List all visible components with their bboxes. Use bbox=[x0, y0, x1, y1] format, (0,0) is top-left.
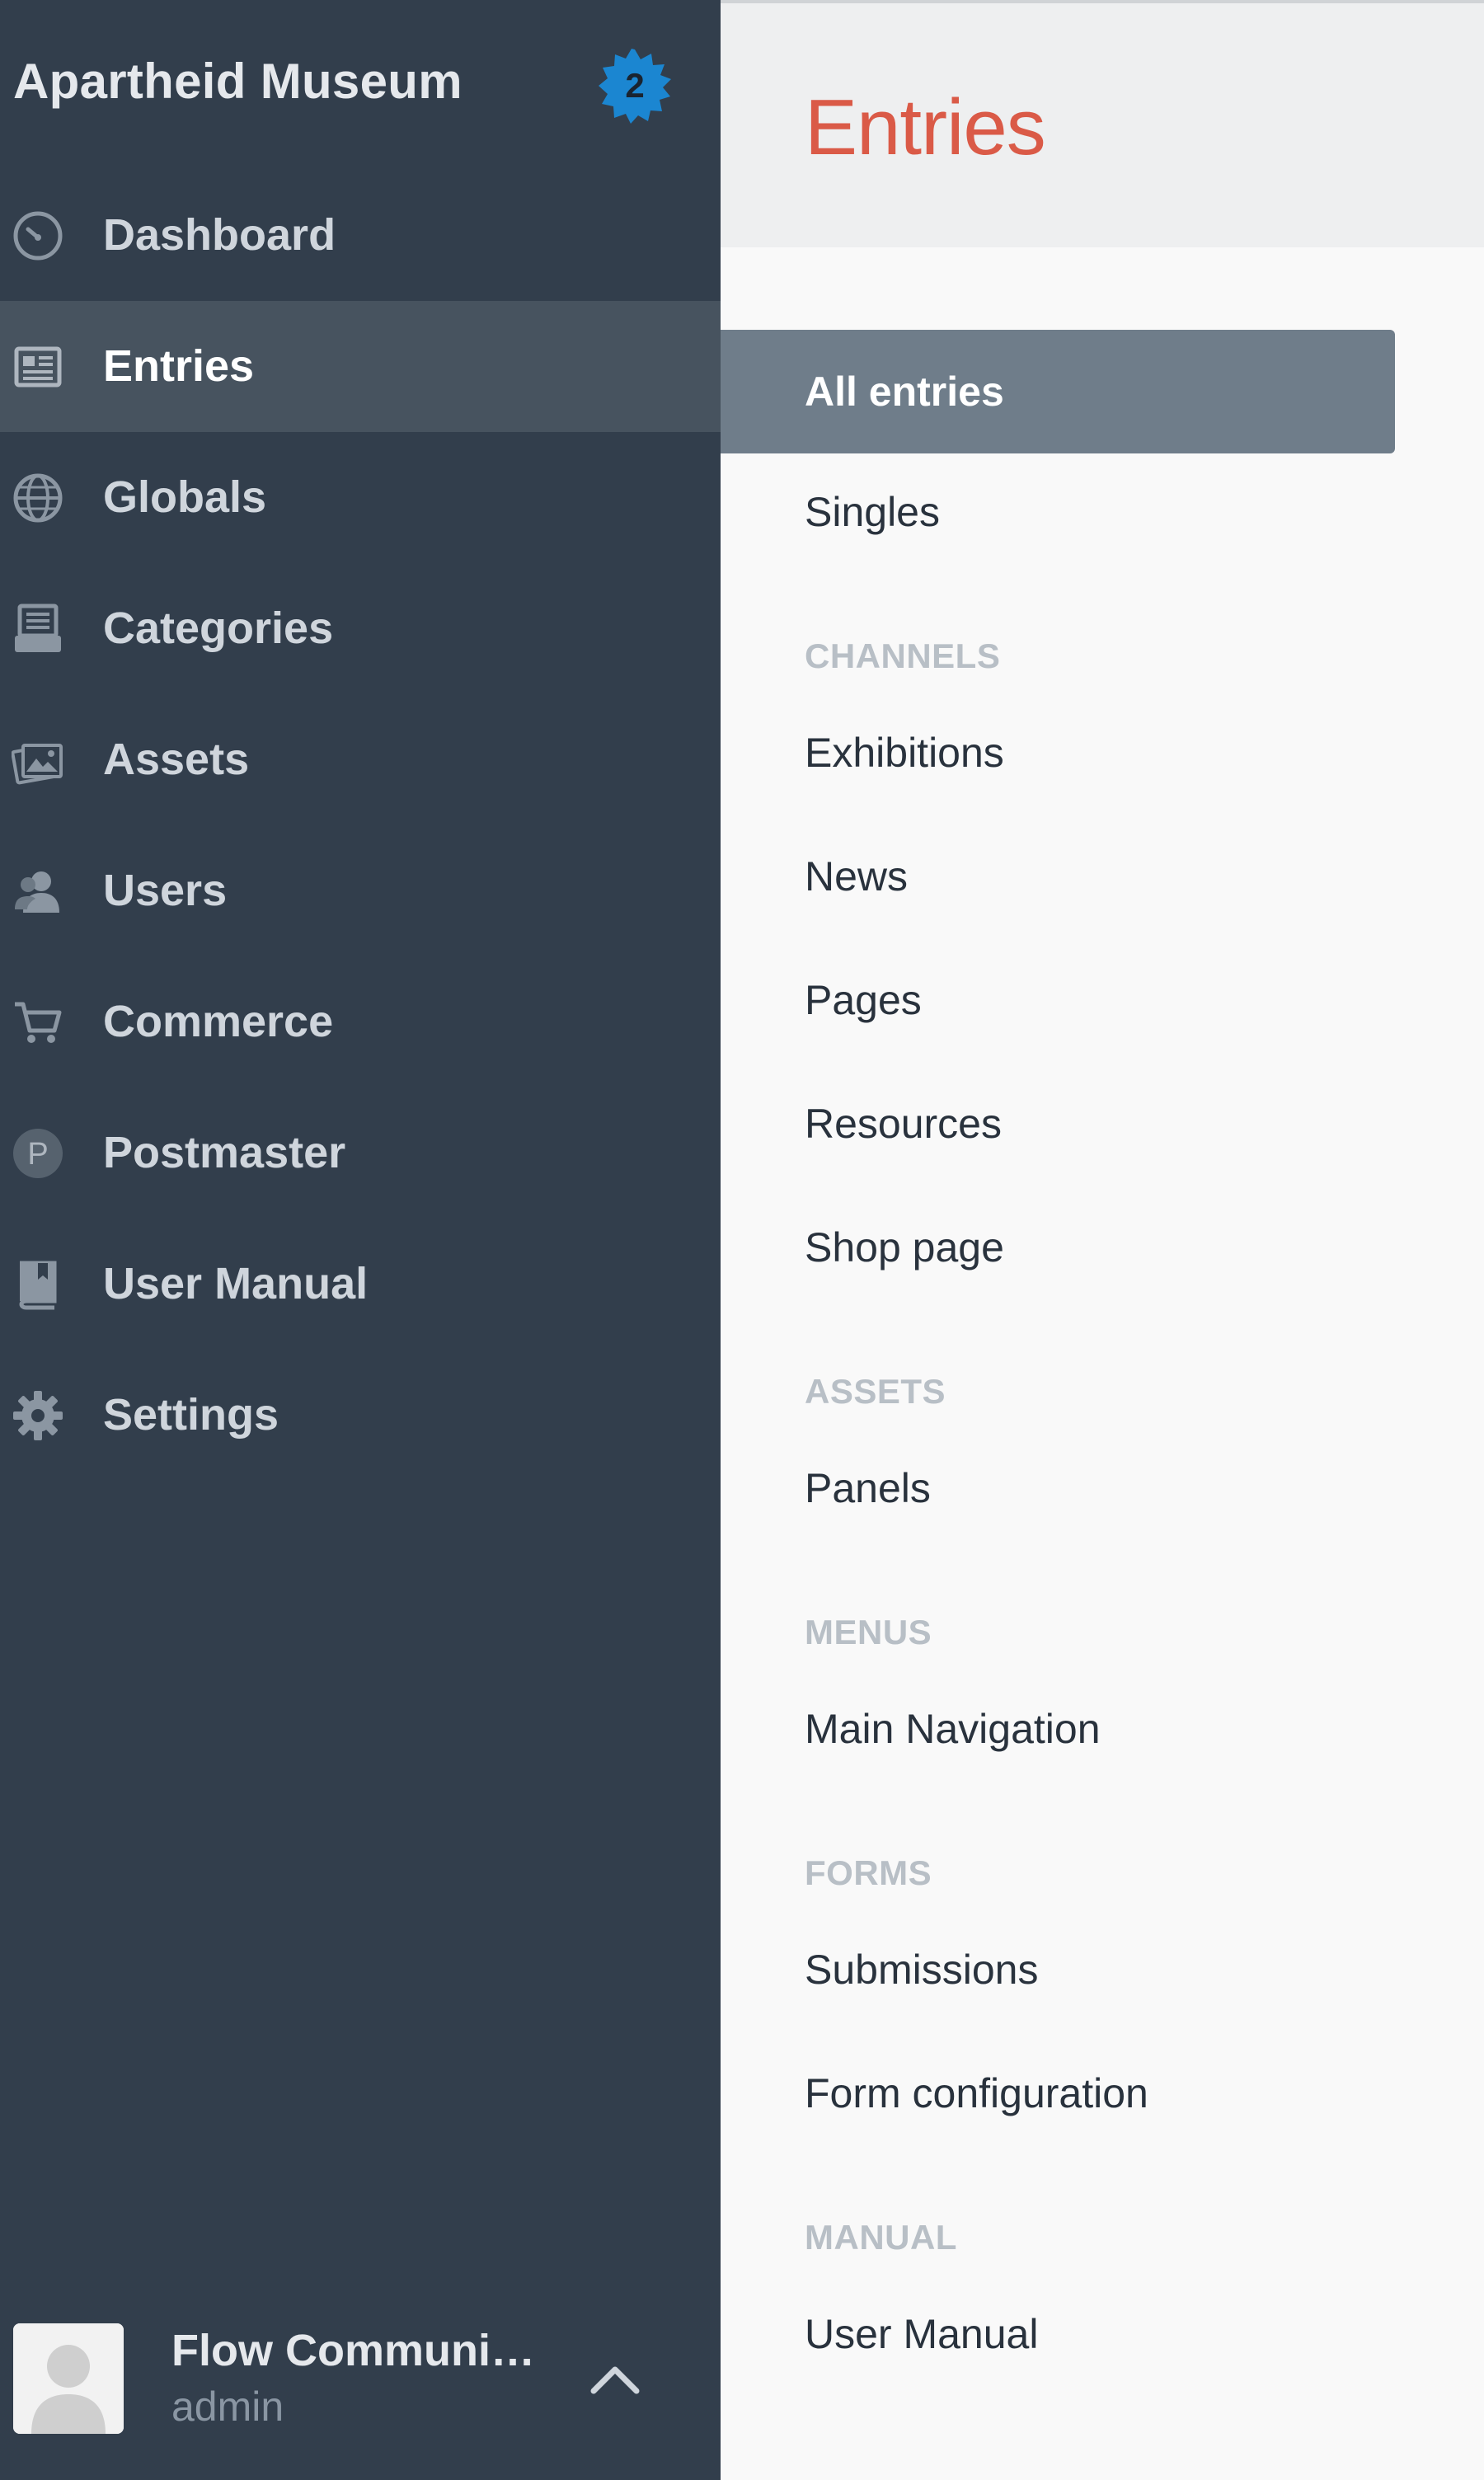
nav-item-entries[interactable]: Entries bbox=[0, 301, 721, 432]
chevron-up-icon[interactable] bbox=[582, 2346, 648, 2412]
site-header: Apartheid Museum 2 bbox=[0, 0, 721, 170]
user-menu[interactable]: Flow Communi… admin bbox=[0, 2300, 721, 2480]
nav-label: Assets bbox=[103, 735, 250, 784]
nav-label: Settings bbox=[103, 1390, 279, 1440]
nav-item-assets[interactable]: Assets bbox=[0, 694, 721, 825]
nav-label: Users bbox=[103, 866, 228, 915]
subnav-label: News bbox=[805, 853, 909, 899]
subnav-label: All entries bbox=[805, 369, 1004, 415]
user-placeholder-icon bbox=[13, 2323, 124, 2434]
nav-label: Entries bbox=[103, 341, 255, 391]
subnav-label: Panels bbox=[805, 1465, 931, 1511]
postmaster-icon: P bbox=[12, 1127, 64, 1180]
nav-item-user-manual[interactable]: User Manual bbox=[0, 1219, 721, 1350]
nav-item-categories[interactable]: Categories bbox=[0, 563, 721, 694]
newspaper-icon bbox=[12, 341, 64, 393]
nav-item-users[interactable]: Users bbox=[0, 825, 721, 956]
nav-item-dashboard[interactable]: Dashboard bbox=[0, 170, 721, 301]
gear-icon bbox=[12, 1389, 64, 1442]
nav-label: Globals bbox=[103, 472, 267, 522]
subnav-heading-forms: FORMS bbox=[805, 1853, 932, 1892]
users-icon bbox=[12, 865, 64, 918]
user-name: Flow Communi… bbox=[171, 2326, 535, 2375]
nav-item-settings[interactable]: Settings bbox=[0, 1350, 721, 1481]
nav-item-postmaster[interactable]: P Postmaster bbox=[0, 1087, 721, 1219]
subnav-heading-assets: ASSETS bbox=[805, 1372, 946, 1411]
nav-item-globals[interactable]: Globals bbox=[0, 432, 721, 563]
subnav-label: Submissions bbox=[805, 1947, 1039, 1993]
categories-icon bbox=[12, 603, 64, 655]
nav-label: Categories bbox=[103, 604, 334, 653]
main-nav: Dashboard Entries Globals Categories Ass… bbox=[0, 170, 721, 1481]
page-header: Entries bbox=[721, 0, 1484, 247]
notification-badge[interactable]: 2 bbox=[597, 48, 673, 124]
cart-icon bbox=[12, 996, 64, 1049]
subnav-label: Form configuration bbox=[805, 2070, 1148, 2116]
subnav-label: Main Navigation bbox=[805, 1706, 1101, 1752]
subnav-label: Exhibitions bbox=[805, 730, 1004, 776]
subnav-label: Shop page bbox=[805, 1224, 1004, 1271]
subnav-label: Singles bbox=[805, 489, 940, 535]
book-icon bbox=[12, 1258, 64, 1311]
nav-label: Postmaster bbox=[103, 1128, 346, 1177]
avatar[interactable] bbox=[13, 2323, 124, 2434]
site-name[interactable]: Apartheid Museum bbox=[13, 53, 463, 110]
nav-label: Commerce bbox=[103, 997, 334, 1046]
nav-label: Dashboard bbox=[103, 210, 336, 260]
subnav-label: Pages bbox=[805, 977, 922, 1023]
subnav-heading-menus: MENUS bbox=[805, 1613, 932, 1651]
nav-label: User Manual bbox=[103, 1259, 369, 1308]
assets-icon bbox=[12, 734, 64, 787]
subnav-heading-channels: CHANNELS bbox=[805, 636, 1001, 675]
svg-text:P: P bbox=[27, 1137, 48, 1172]
globe-icon bbox=[12, 472, 64, 524]
notification-count: 2 bbox=[625, 66, 645, 105]
nav-item-commerce[interactable]: Commerce bbox=[0, 956, 721, 1087]
page-title: Entries bbox=[805, 83, 1046, 171]
sidebar: Apartheid Museum 2 Dashboard Entries Glo… bbox=[0, 0, 721, 2480]
subnav-label: User Manual bbox=[805, 2311, 1039, 2357]
user-role: admin bbox=[171, 2384, 284, 2430]
subnav-heading-manual: MANUAL bbox=[805, 2218, 957, 2257]
dashboard-icon bbox=[12, 209, 64, 262]
subnav-all-entries[interactable]: All entries bbox=[721, 330, 1395, 453]
subnav-label: Resources bbox=[805, 1101, 1002, 1147]
